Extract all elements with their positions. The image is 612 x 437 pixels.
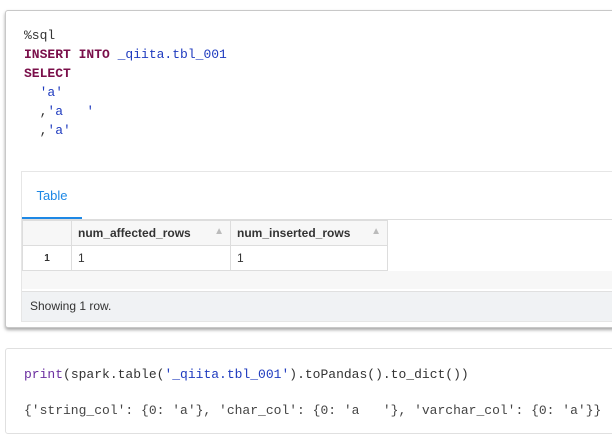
keyword: INSERT INTO	[24, 47, 110, 62]
index-header	[22, 220, 72, 246]
string-literal: 'a'	[47, 123, 71, 138]
result-tabs: Table	[22, 172, 612, 220]
table-row: 1 1 1	[22, 245, 388, 271]
code-text: ).toPandas().to_dict())	[289, 367, 469, 382]
table-name: _qiita.tbl_001	[109, 47, 227, 62]
table-cell: 1	[71, 245, 231, 271]
sql-code-editor[interactable]: %sql INSERT INTO _qiita.tbl_001 SELECT '…	[24, 26, 227, 140]
python-code-editor[interactable]: print(spark.table('_qiita.tbl_001').toPa…	[24, 365, 469, 384]
row-count-footer: Showing 1 row.	[22, 291, 612, 321]
string-literal: 'a '	[47, 104, 95, 119]
column-header[interactable]: num_inserted_rows ▲	[230, 220, 388, 246]
string-literal: '_qiita.tbl_001'	[164, 367, 290, 382]
column-label: num_inserted_rows	[237, 226, 351, 240]
cell-output-text: {'string_col': {0: 'a'}, 'char_col': {0:…	[24, 403, 602, 418]
keyword: SELECT	[24, 66, 71, 81]
table-header-row: num_affected_rows ▲ num_inserted_rows ▲	[22, 220, 388, 246]
magic-command: %sql	[24, 28, 56, 43]
sort-asc-icon[interactable]: ▲	[214, 226, 224, 237]
sort-asc-icon[interactable]: ▲	[371, 226, 381, 237]
code-text: (spark.table(	[63, 367, 165, 382]
result-table: num_affected_rows ▲ num_inserted_rows ▲ 1 …	[22, 220, 388, 271]
tab-table[interactable]: Table	[22, 172, 82, 219]
sql-cell[interactable]: %sql INSERT INTO _qiita.tbl_001 SELECT '…	[5, 10, 612, 328]
result-panel: Table num_affected_rows ▲ num_inserted_ro…	[21, 171, 612, 322]
python-cell[interactable]: print(spark.table('_qiita.tbl_001').toPa…	[5, 348, 612, 434]
function-name: print	[24, 367, 64, 382]
table-cell: 1	[230, 245, 388, 271]
string-literal: 'a'	[39, 85, 64, 100]
row-index: 1	[22, 245, 72, 271]
column-label: num_affected_rows	[78, 226, 191, 240]
column-header[interactable]: num_affected_rows ▲	[71, 220, 231, 246]
table-spacer	[22, 271, 612, 289]
